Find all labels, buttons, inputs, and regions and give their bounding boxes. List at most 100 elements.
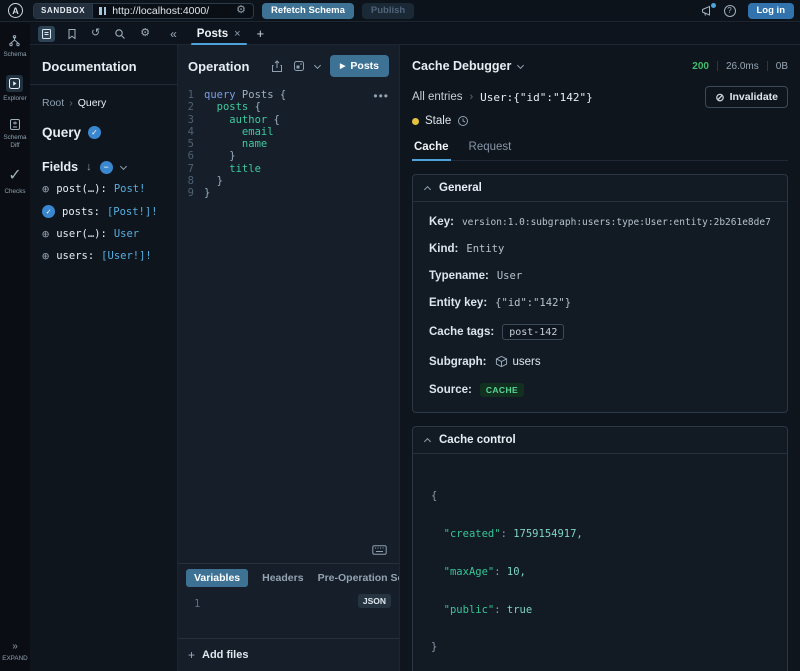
cache-request-tabs: Cache Request (412, 137, 788, 161)
cache-tag-chip[interactable]: post-142 (502, 324, 564, 340)
deselect-all-icon[interactable]: − (100, 161, 113, 174)
share-icon[interactable] (271, 60, 283, 73)
cache-entry-key: User:{"id":"142"} (480, 91, 593, 104)
cache-debugger-panel: Cache Debugger 200 26.0ms 0B All entries… (400, 45, 800, 671)
general-row-kind: Kind: Entity (429, 243, 771, 255)
add-field-icon[interactable]: ⊕ (42, 250, 49, 262)
panel-select-chevron-icon[interactable] (517, 61, 524, 68)
documentation-panel-icon[interactable] (38, 26, 55, 42)
subgraph-name: users (513, 356, 541, 368)
invalidate-button[interactable]: ⊘ Invalidate (705, 86, 788, 108)
announcements-megaphone-icon[interactable] (701, 5, 714, 17)
apollo-logo-icon[interactable]: A (8, 3, 23, 18)
operation-header: Operation ▶ Posts (178, 45, 399, 85)
chevron-down-icon[interactable] (120, 162, 127, 169)
response-panel-header: Cache Debugger 200 26.0ms 0B (412, 53, 788, 79)
new-tab-button[interactable]: + (257, 26, 265, 41)
tab-headers[interactable]: Headers (262, 572, 303, 584)
sidebar-item-explorer[interactable]: Explorer (3, 75, 26, 103)
tab-cache[interactable]: Cache (412, 137, 451, 161)
tab-request[interactable]: Request (467, 137, 514, 160)
general-row-subgraph: Subgraph: users (429, 355, 771, 368)
operation-bottom-tabs: Variables Headers Pre-Operation Script P… (178, 563, 399, 592)
general-card: General Key: version:1.0:subgraph:users:… (412, 174, 788, 413)
search-icon[interactable] (114, 28, 126, 40)
explorer-icon (6, 75, 23, 92)
editor-menu-icon[interactable]: ••• (373, 89, 389, 103)
sidebar-item-schema[interactable]: Schema (3, 35, 26, 59)
endpoint-url-box[interactable]: SANDBOX http://localhost:4000/ ⚙ (33, 3, 254, 19)
sort-arrow-icon[interactable]: ↓ (86, 161, 92, 173)
top-bar: A SANDBOX http://localhost:4000/ ⚙ Refet… (0, 0, 800, 22)
cache-control-card-header[interactable]: Cache control (413, 427, 787, 454)
type-selected-check-icon[interactable]: ✓ (88, 126, 101, 139)
field-row-posts[interactable]: ✓ posts: [Post!]! (30, 200, 177, 223)
response-time: 26.0ms (726, 61, 759, 72)
add-files-button[interactable]: + Add files (178, 638, 399, 671)
add-field-icon[interactable]: ⊕ (42, 183, 49, 195)
collapse-panel-icon[interactable]: « (170, 27, 177, 41)
cache-control-card: Cache control { "created": 1759154917, "… (412, 426, 788, 671)
expand-rail-button[interactable]: » EXPAND (2, 641, 27, 663)
schema-diff-icon (9, 118, 21, 131)
general-card-header[interactable]: General (413, 175, 787, 202)
query-editor[interactable]: ••• 1query Posts { 2 posts { 3 author { … (178, 85, 399, 563)
all-entries-link[interactable]: All entries (412, 91, 463, 103)
cache-debugger-title[interactable]: Cache Debugger (412, 59, 511, 73)
cache-breadcrumb-row: All entries › User:{"id":"142"} ⊘ Invali… (412, 85, 788, 109)
add-field-icon[interactable]: ⊕ (42, 228, 49, 240)
login-button[interactable]: Log in (748, 3, 795, 19)
schema-icon (8, 35, 21, 48)
tab-variables[interactable]: Variables (186, 569, 248, 587)
documentation-title: Documentation (30, 45, 177, 85)
keyboard-shortcuts-icon[interactable] (372, 545, 387, 555)
general-row-key: Key: version:1.0:subgraph:users:type:Use… (429, 216, 771, 228)
help-icon[interactable]: ? (724, 5, 736, 17)
operation-collection-icon[interactable] (293, 60, 305, 72)
publish-button: Publish (362, 3, 414, 19)
endpoint-url-input[interactable]: http://localhost:4000/ (112, 5, 209, 17)
plus-icon: + (188, 648, 195, 662)
run-options-chevron-icon[interactable] (314, 61, 321, 68)
field-selected-check-icon[interactable]: ✓ (42, 205, 55, 218)
tab-posts[interactable]: Posts × (191, 23, 247, 45)
invalidate-icon: ⊘ (715, 91, 724, 104)
apollo-sandbox-app: A SANDBOX http://localhost:4000/ ⚙ Refet… (0, 0, 800, 671)
play-icon: ▶ (340, 62, 345, 70)
checks-icon: ✓ (8, 165, 21, 185)
response-size: 0B (776, 61, 788, 72)
sidebar-item-checks[interactable]: ✓ Checks (5, 165, 26, 196)
status-code: 200 (692, 61, 709, 72)
field-row-post[interactable]: ⊕ post(…): Post! (30, 178, 177, 200)
variables-editor[interactable]: 1 JSON (178, 592, 399, 638)
settings-gear-icon[interactable]: ⚙ (140, 28, 150, 39)
sandbox-badge: SANDBOX (34, 4, 93, 18)
tab-pre-operation-script[interactable]: Pre-Operation Script (318, 572, 399, 584)
run-posts-button[interactable]: ▶ Posts (330, 55, 389, 77)
saved-operations-bookmark-icon[interactable] (67, 28, 77, 40)
history-icon[interactable]: ↺ (91, 28, 100, 39)
subgraph-cube-icon (495, 355, 508, 368)
general-row-cache-tags: Cache tags: post-142 (429, 324, 771, 340)
nav-rail: Schema Explorer Schema Diff ✓ Checks » E… (0, 23, 30, 671)
refetch-schema-button[interactable]: Refetch Schema (262, 3, 354, 19)
pause-icon[interactable] (99, 7, 106, 15)
documentation-panel: Documentation Root › Query Query ✓ Field… (30, 45, 178, 671)
field-row-user[interactable]: ⊕ user(…): User (30, 223, 177, 245)
collapse-chevron-icon (424, 437, 431, 444)
json-format-badge[interactable]: JSON (358, 594, 391, 608)
sidebar-item-schema-diff[interactable]: Schema Diff (0, 118, 30, 149)
stale-dot (412, 118, 419, 125)
connection-settings-gear-icon[interactable]: ⚙ (236, 5, 246, 16)
docs-breadcrumb: Root › Query (30, 85, 177, 109)
clock-icon (457, 115, 469, 127)
fields-label: Fields (42, 160, 78, 174)
general-row-source: Source: CACHE (429, 383, 771, 397)
top-right-actions: ? Log in (701, 3, 795, 19)
field-row-users[interactable]: ⊕ users: [User!]! (30, 245, 177, 267)
general-row-typename: Typename: User (429, 270, 771, 282)
tab-close-icon[interactable]: × (234, 28, 240, 40)
operation-panel: Operation ▶ Posts ••• 1query Posts { 2 p… (178, 45, 400, 671)
stale-label: Stale (425, 115, 451, 127)
breadcrumb-root[interactable]: Root (42, 97, 64, 109)
